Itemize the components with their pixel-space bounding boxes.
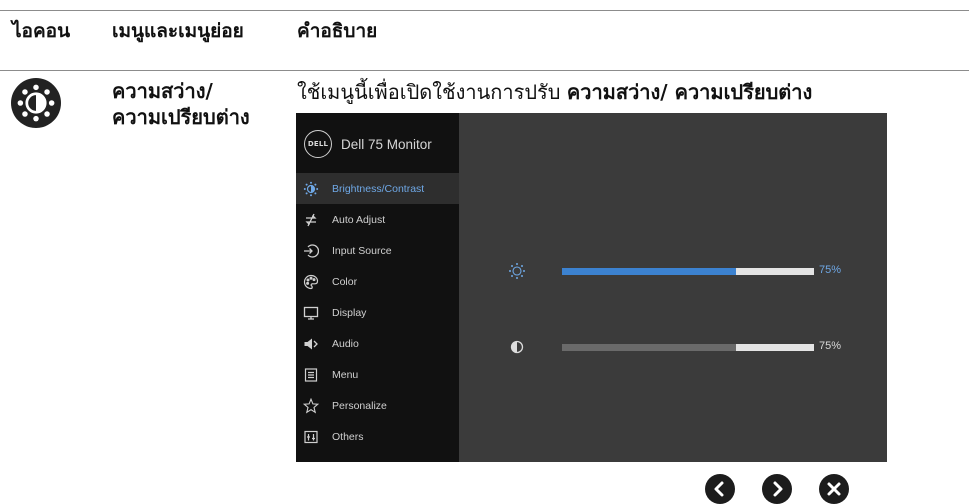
contrast-slider-fill xyxy=(562,344,736,351)
next-button[interactable] xyxy=(762,474,792,504)
brightness-slider[interactable] xyxy=(562,268,814,275)
osd-title: Dell 75 Monitor xyxy=(341,136,432,152)
star-icon xyxy=(303,397,319,414)
osd-item-label: Auto Adjust xyxy=(332,213,386,226)
osd-item-label: Color xyxy=(332,275,358,288)
auto-adjust-icon xyxy=(303,212,319,228)
header-icon: ไอคอน xyxy=(12,20,71,42)
description: ใช้เมนูนี้เพื่อเปิดใช้งานการปรับ ความสว่… xyxy=(297,80,812,104)
others-icon xyxy=(303,429,319,445)
osd-item-color[interactable]: Color xyxy=(296,266,459,297)
prev-button[interactable] xyxy=(705,474,735,504)
brightness-slider-icon xyxy=(508,262,526,280)
contrast-icon xyxy=(508,338,526,356)
osd-item-label: Menu xyxy=(332,368,359,381)
brightness-slider-fill xyxy=(562,268,736,275)
osd-item-brightness-contrast[interactable]: Brightness/Contrast xyxy=(296,173,459,204)
brightness-icon xyxy=(303,181,319,197)
chevron-right-icon xyxy=(773,481,783,497)
close-button[interactable] xyxy=(819,474,849,504)
dell-logo: DELL xyxy=(304,130,332,158)
top-rule xyxy=(0,10,969,11)
brightness-contrast-icon xyxy=(11,78,61,128)
osd-item-others[interactable]: Others xyxy=(296,421,459,452)
input-source-icon xyxy=(303,243,319,259)
osd-item-audio[interactable]: Audio xyxy=(296,328,459,359)
header-description: คำอธิบาย xyxy=(297,20,378,42)
description-bold: ความสว่าง/ ความเปรียบต่าง xyxy=(566,80,813,104)
osd-item-label: Personalize xyxy=(332,399,387,412)
contrast-value: 75% xyxy=(819,340,842,352)
header-menu: เมนูและเมนูย่อย xyxy=(112,20,244,42)
osd-item-label: Brightness/Contrast xyxy=(332,182,425,195)
osd-item-input-source[interactable]: Input Source xyxy=(296,235,459,266)
osd-sidebar: DELL Dell 75 Monitor Brightness/Contrast… xyxy=(296,113,459,462)
osd-item-auto-adjust[interactable]: Auto Adjust xyxy=(296,204,459,235)
header-rule xyxy=(0,70,969,71)
color-palette-icon xyxy=(303,274,319,290)
osd-screen: DELL Dell 75 Monitor Brightness/Contrast… xyxy=(296,113,887,462)
osd-item-label: Others xyxy=(332,430,364,443)
osd-header: DELL Dell 75 Monitor xyxy=(304,130,432,158)
menu-name: ความสว่าง/ ความเปรียบต่าง xyxy=(112,79,250,129)
osd-item-display[interactable]: Display xyxy=(296,297,459,328)
osd-item-label: Display xyxy=(332,306,367,319)
osd-item-label: Audio xyxy=(332,337,359,350)
osd-item-label: Input Source xyxy=(332,244,392,257)
close-icon xyxy=(827,482,841,496)
speaker-icon xyxy=(303,336,319,352)
menu-list-icon xyxy=(303,367,319,383)
contrast-slider[interactable] xyxy=(562,344,814,351)
display-icon xyxy=(303,305,319,321)
osd-item-menu[interactable]: Menu xyxy=(296,359,459,390)
osd-item-personalize[interactable]: Personalize xyxy=(296,390,459,421)
brightness-value: 75% xyxy=(819,264,842,276)
chevron-left-icon xyxy=(714,481,724,497)
description-text: ใช้เมนูนี้เพื่อเปิดใช้งานการปรับ xyxy=(297,80,561,104)
